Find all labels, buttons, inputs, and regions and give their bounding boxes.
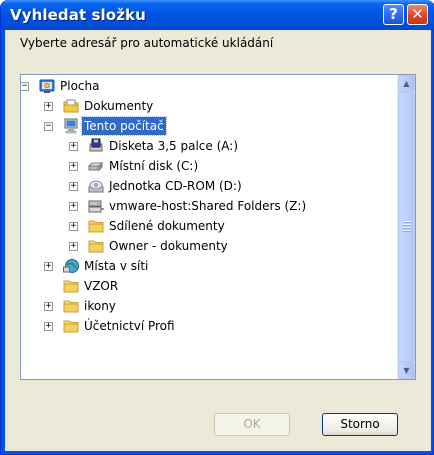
close-button[interactable]: ✕ <box>407 4 428 25</box>
tree-item[interactable]: VZOR <box>21 276 393 296</box>
vertical-scrollbar[interactable]: ▲ ▼ <box>397 75 415 379</box>
expand-icon[interactable]: + <box>44 102 53 111</box>
expand-icon[interactable]: + <box>44 302 53 311</box>
tree-item-label: Tento počítač <box>81 116 167 136</box>
hard-disk-icon <box>87 158 104 174</box>
tree-item[interactable]: + Místa v síti <box>21 256 393 276</box>
cancel-button[interactable]: Storno <box>322 413 398 436</box>
folder-icon <box>88 238 104 254</box>
tree-item[interactable]: + Jednotka CD-ROM (D:) <box>21 176 393 196</box>
folder-icon <box>63 318 79 334</box>
folder-tree[interactable]: − Plocha + Dokumenty − Tento počítač + Disketa … <box>20 74 416 380</box>
instruction-text: Vyberte adresář pro automatické ukládání <box>20 36 274 50</box>
collapse-icon[interactable]: − <box>21 82 29 91</box>
help-icon: ? <box>389 5 398 23</box>
expand-icon[interactable]: + <box>69 222 78 231</box>
tree-item-label: Owner - dokumenty <box>109 239 228 253</box>
network-drive-icon <box>88 198 104 214</box>
tree-item[interactable]: + Sdílené dokumenty <box>21 216 393 236</box>
expand-icon[interactable]: + <box>44 262 53 271</box>
folder-icon <box>63 298 79 314</box>
expand-icon[interactable]: + <box>69 202 78 211</box>
expand-icon[interactable]: + <box>69 242 78 251</box>
folder-tree-items: − Plocha + Dokumenty − Tento počítač + Disketa … <box>21 75 393 379</box>
tree-item-label: Místa v síti <box>84 259 149 273</box>
tree-item-label: Dokumenty <box>84 99 154 113</box>
tree-item-label: Disketa 3,5 palce (A:) <box>109 139 239 153</box>
help-button[interactable]: ? <box>383 4 404 25</box>
desktop-icon <box>39 78 55 94</box>
tree-item-label: Jednotka CD-ROM (D:) <box>109 179 242 193</box>
folder-icon <box>88 218 104 234</box>
collapse-icon[interactable]: − <box>44 122 53 131</box>
scroll-up-button[interactable]: ▲ <box>398 75 415 92</box>
tree-item[interactable]: + Owner - dokumenty <box>21 236 393 256</box>
expand-icon[interactable]: + <box>44 322 53 331</box>
scroll-down-button[interactable]: ▼ <box>398 362 415 379</box>
tree-item-label: Sdílené dokumenty <box>109 219 225 233</box>
tree-item-label: vmware-host:Shared Folders (Z:) <box>109 199 307 213</box>
expand-icon[interactable]: + <box>69 182 78 191</box>
scroll-thumb[interactable] <box>398 92 415 362</box>
network-places-icon <box>63 258 79 274</box>
expand-icon[interactable]: + <box>69 142 78 151</box>
tree-item[interactable]: − Tento počítač <box>21 116 393 136</box>
window-title: Vyhledat složku <box>10 6 146 24</box>
tree-item-label: Plocha <box>60 79 100 93</box>
folder-icon <box>63 278 79 294</box>
ok-button[interactable]: OK <box>214 413 290 436</box>
tree-item[interactable]: − Plocha <box>21 76 393 96</box>
tree-item[interactable]: + Disketa 3,5 palce (A:) <box>21 136 393 156</box>
tree-item-label: Účetnictví Profi <box>84 319 175 333</box>
tree-item-label: ikony <box>84 299 116 313</box>
tree-item[interactable]: + Účetnictví Profi <box>21 316 393 336</box>
tree-item[interactable]: + Místní disk (C:) <box>21 156 393 176</box>
folder-documents-icon <box>63 98 79 114</box>
close-icon: ✕ <box>411 5 424 23</box>
tree-item[interactable]: + vmware-host:Shared Folders (Z:) <box>21 196 393 216</box>
tree-item-label: Místní disk (C:) <box>109 159 199 173</box>
computer-icon <box>63 118 79 134</box>
cd-drive-icon <box>88 178 104 194</box>
tree-item-label: VZOR <box>84 279 119 293</box>
title-bar[interactable]: Vyhledat složku ? ✕ <box>1 0 434 30</box>
floppy-drive-icon <box>88 138 104 154</box>
tree-item[interactable]: + ikony <box>21 296 393 316</box>
tree-item[interactable]: + Dokumenty <box>21 96 393 116</box>
expand-icon[interactable]: + <box>69 162 78 171</box>
